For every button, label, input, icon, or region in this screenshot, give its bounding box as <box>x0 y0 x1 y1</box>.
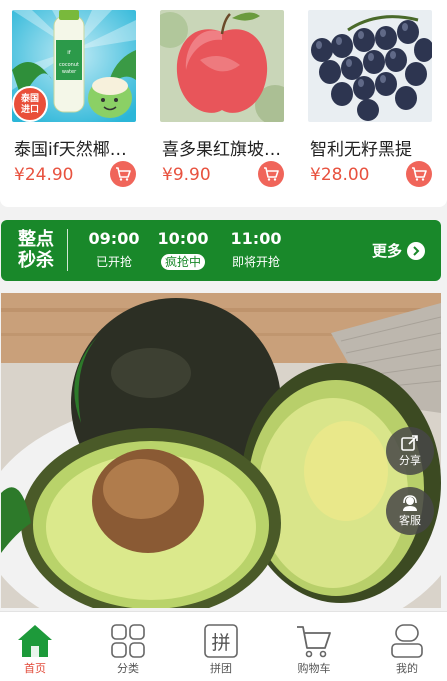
add-to-cart-button[interactable] <box>406 161 432 187</box>
slot-status-active: 疯抢中 <box>160 254 205 270</box>
time-slot-0900[interactable]: 09:00 已开抢 <box>84 229 144 270</box>
product-image-apple[interactable] <box>160 10 284 122</box>
time-slot-1000[interactable]: 10:00 疯抢中 <box>153 229 213 270</box>
product-price: ¥28.00 <box>310 165 370 185</box>
cart-icon <box>412 167 427 181</box>
tab-label: 拼团 <box>210 662 232 675</box>
tab-home[interactable]: 首页 <box>0 618 70 676</box>
product-price: ¥9.90 <box>162 165 211 185</box>
product-name[interactable]: 智利无籽黑提 <box>310 135 434 160</box>
product-price: ¥24.90 <box>14 165 74 185</box>
slot-time: 11:00 <box>230 229 282 248</box>
add-to-cart-button[interactable] <box>258 161 284 187</box>
tab-group-buy[interactable]: 拼 拼团 <box>186 618 256 676</box>
more-button[interactable]: 更多 <box>372 240 425 261</box>
svg-text:泰国: 泰国 <box>20 92 39 104</box>
home-icon <box>18 625 52 657</box>
add-to-cart-button[interactable] <box>110 161 136 187</box>
slot-time: 10:00 <box>157 229 209 248</box>
product-name[interactable]: 泰国if天然椰子水 <box>14 135 138 160</box>
tab-profile[interactable]: 我的 <box>372 618 442 676</box>
category-icon <box>111 624 145 658</box>
time-slot-1100[interactable]: 11:00 即将开抢 <box>226 229 286 270</box>
cart-icon <box>116 167 131 181</box>
promo-banner-avocado[interactable] <box>1 293 441 608</box>
divider <box>67 229 68 271</box>
flash-sale-title-line2: 秒杀 <box>18 250 54 271</box>
product-card-apple[interactable]: 喜多果红旗坡苹果 ¥9.90 <box>160 10 286 187</box>
slot-time: 09:00 <box>88 229 140 248</box>
flash-sale-title: 整点 秒杀 <box>17 229 55 271</box>
share-label: 分享 <box>399 453 421 467</box>
customer-service-button[interactable]: 客服 <box>386 487 434 535</box>
tab-category[interactable]: 分类 <box>93 618 163 676</box>
share-button[interactable]: 分享 <box>386 427 434 475</box>
tab-label: 我的 <box>396 662 418 675</box>
tab-label: 分类 <box>117 662 139 675</box>
product-card-coconut-water[interactable]: if coconut water 泰国 进口 泰国if天然椰子水 ¥24.90 <box>12 10 138 187</box>
product-strip: if coconut water 泰国 进口 泰国if天然椰子水 ¥24.90 <box>0 0 447 207</box>
product-name[interactable]: 喜多果红旗坡苹果 <box>162 135 286 160</box>
cart-icon <box>264 167 279 181</box>
profile-icon <box>391 624 423 658</box>
svg-text:coconut: coconut <box>59 62 79 68</box>
flash-sale-bar[interactable]: 整点 秒杀 09:00 已开抢 10:00 疯抢中 11:00 即将开抢 更多 <box>1 220 441 281</box>
svg-text:拼: 拼 <box>211 632 230 654</box>
group-buy-icon: 拼 <box>204 624 238 658</box>
cart-icon <box>297 626 331 658</box>
product-card-grapes[interactable]: 智利无籽黑提 ¥28.00 <box>308 10 434 187</box>
slot-status: 即将开抢 <box>231 255 280 269</box>
tab-label: 购物车 <box>297 662 331 675</box>
headset-icon <box>403 494 417 511</box>
service-label: 客服 <box>399 513 421 527</box>
flash-sale-title-line1: 整点 <box>18 229 54 250</box>
chevron-right-icon <box>407 241 425 260</box>
tab-cart[interactable]: 购物车 <box>279 618 349 676</box>
svg-text:water: water <box>62 69 77 75</box>
slot-status: 已开抢 <box>95 255 132 269</box>
bottom-tab-bar: 首页 分类 拼 拼团 购物车 我的 <box>0 611 447 681</box>
tab-label: 首页 <box>24 662 46 675</box>
more-label: 更多 <box>371 242 402 260</box>
product-image-grapes[interactable] <box>308 10 432 122</box>
product-image-coconut-water[interactable]: if coconut water 泰国 进口 <box>12 10 136 122</box>
share-icon <box>401 434 418 451</box>
svg-text:进口: 进口 <box>21 103 39 115</box>
